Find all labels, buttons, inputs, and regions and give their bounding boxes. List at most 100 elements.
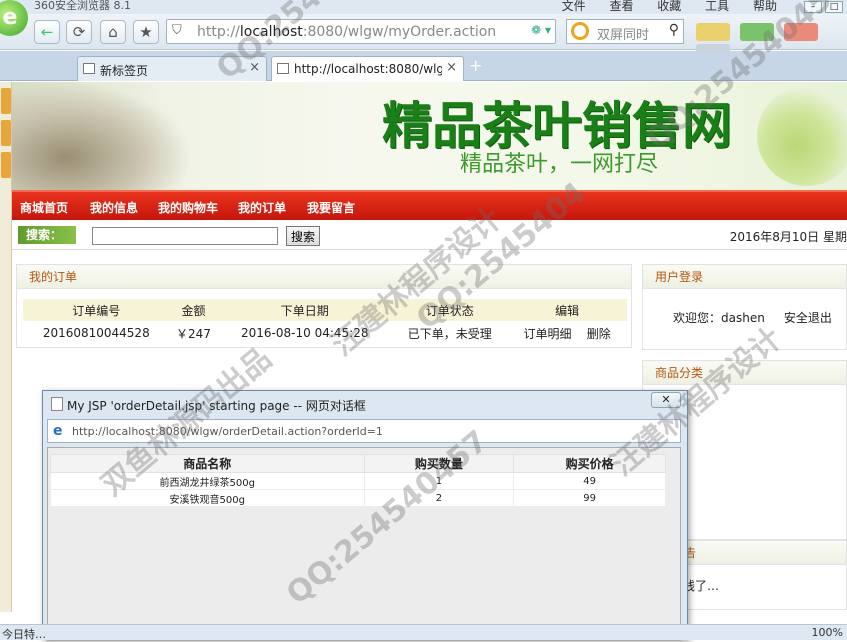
order-id: 20160810044528 [42,326,150,340]
col-product-name: 商品名称 [50,454,365,473]
page-icon [51,397,63,411]
apps-icon[interactable] [696,23,730,41]
address-bar[interactable]: ⛉ http://localhost:8080/wlgw/myOrder.act… [166,19,556,44]
panel-title: 用户登录 [643,265,846,289]
banner-illustration [12,82,192,190]
nav-my-info[interactable]: 我的信息 [90,199,138,216]
order-detail-link[interactable]: 订单明细 [523,327,571,341]
table-row: 安溪铁观音500g 2 99 [50,489,666,507]
order-date: 2016-08-10 04:45:28 [241,326,369,340]
panel-title: 商品分类 [643,361,846,385]
security-icon[interactable] [740,23,774,41]
zoom-level[interactable]: 100% [812,626,843,639]
welcome-user: 欢迎您：dashen [673,311,765,325]
new-tab-button[interactable]: + [469,56,482,75]
dialog-url: http://localhost:8080/wlgw/orderDetail.a… [72,425,383,438]
col-order-date: 下单日期 [217,299,393,321]
refresh-icon[interactable]: ⟳ [66,20,92,44]
banner-leaf-illustration [757,86,847,186]
orders-table: 订单编号 金额 下单日期 订单状态 编辑 20160810044528 ￥247… [23,299,627,345]
col-amount: 金额 [169,299,218,321]
page-icon [277,63,289,74]
back-arrow-icon[interactable]: ← [34,20,60,44]
product-price: 49 [513,472,666,490]
menu-help[interactable]: 帮助 [753,0,777,13]
order-delete-link[interactable]: 删除 [587,327,611,341]
nav-leave-message[interactable]: 我要留言 [307,199,355,216]
window-controls: – □ [801,0,843,13]
panel-title: 我的订单 [17,265,631,289]
dialog-address-bar: e http://localhost:8080/wlgw/orderDetail… [47,419,681,443]
minimize-button[interactable]: – [804,1,822,13]
close-icon[interactable]: ✕ [651,392,681,408]
close-tab-icon[interactable]: × [446,60,457,75]
site-slogan: 精品茶叶，一网打尽 [460,152,659,177]
search-engine-icon [571,22,589,40]
home-icon[interactable]: ⌂ [100,20,126,44]
menu-file[interactable]: 文件 [562,0,586,13]
nav-my-orders[interactable]: 我的订单 [238,199,286,216]
favorite-star-icon[interactable]: ★ [133,20,159,44]
order-amount: ￥247 [176,326,211,341]
page-icon [83,63,95,74]
welcome-text: 欢迎您：dashen 安全退出 [673,309,832,326]
site-search-input[interactable] [92,227,278,245]
status-bar: 今日特… 100% [0,624,847,641]
col-price: 购买价格 [513,454,666,473]
col-order-status: 订单状态 [392,299,508,321]
browser-title-bar: 360安全浏览器 8.1 文件 查看 收藏 工具 帮助 – □ [0,0,847,14]
close-tab-icon[interactable]: × [249,60,260,75]
tab-label: 新标签页 [100,64,149,78]
menu-favorites[interactable]: 收藏 [657,0,681,13]
sidebar-shortcut-icon[interactable] [1,120,11,146]
order-actions: 订单明细 删除 [507,321,627,345]
my-orders-panel: 我的订单 订单编号 金额 下单日期 订单状态 编辑 20160810044528… [16,264,632,348]
tab-my-order[interactable]: http://localhost:8080/wlgw/ × [271,56,464,81]
col-order-id: 订单编号 [23,299,170,321]
main-nav: 商城首页 我的信息 我的购物车 我的订单 我要留言 [12,190,847,220]
product-qty: 1 [363,472,515,490]
nav-home[interactable]: 商城首页 [20,199,68,216]
order-detail-dialog: My JSP 'orderDetail.jsp' starting page -… [42,390,688,641]
ie-icon: e [53,423,63,439]
message-text: 线了… [683,579,720,593]
col-quantity: 购买数量 [363,454,515,473]
table-row: 20160810044528 ￥247 2016-08-10 04:45:28 … [23,321,627,345]
product-name: 安溪铁观音500g [50,489,365,507]
logout-link[interactable]: 安全退出 [784,311,832,325]
tab-label: http://localhost:8080/wlgw/ [294,62,442,76]
search-engine-box[interactable]: 双屏同时 ⚲ [566,19,684,44]
table-header-row: 订单编号 金额 下单日期 订单状态 编辑 [23,299,627,321]
compat-mode-icon[interactable]: ❁ ▾ [531,23,551,37]
browser-menu-bar: 文件 查看 收藏 工具 帮助 [542,0,777,14]
site-search-row: 搜索： 搜索 2016年8月10日 星期 [12,222,847,250]
left-sidebar-strip [0,82,12,612]
site-search-button[interactable]: 搜索 [286,226,320,246]
order-detail-table: 商品名称 购买数量 购买价格 前西湖龙井绿茶500g 1 49 安溪铁观音500… [50,454,666,507]
current-date: 2016年8月10日 星期 [729,230,847,244]
table-header-row: 商品名称 购买数量 购买价格 [50,454,666,473]
site-banner: 精品茶叶销售网 精品茶叶，一网打尽 [12,82,847,190]
sidebar-shortcut-icon[interactable] [1,88,11,114]
table-row: 前西湖龙井绿茶500g 1 49 [50,472,666,490]
col-edit: 编辑 [507,299,627,321]
menu-tools[interactable]: 工具 [705,0,729,13]
menu-view[interactable]: 查看 [609,0,633,13]
product-qty: 2 [363,489,515,507]
product-name: 前西湖龙井绿茶500g [50,472,365,490]
nav-my-cart[interactable]: 我的购物车 [158,199,218,216]
browser-toolbar: e ← ⟳ ⌂ ★ ⛉ http://localhost:8080/wlgw/m… [0,0,847,62]
search-placeholder: 双屏同时 [597,28,650,43]
security-shield-icon: ⛉ [172,23,182,38]
tab-bar: 新标签页 × http://localhost:8080/wlgw/ × [0,51,847,124]
sidebar-shortcut-icon[interactable] [1,152,11,178]
search-icon[interactable]: ⚲ [669,22,679,38]
search-label: 搜索： [18,226,76,244]
tab-new-tab[interactable]: 新标签页 × [77,56,267,81]
order-status: 已下单，未受理 [407,326,492,341]
maximize-button[interactable]: □ [825,1,843,13]
user-login-panel: 用户登录 欢迎您：dashen 安全退出 [642,264,847,350]
product-price: 99 [513,489,666,507]
window-title: 360安全浏览器 8.1 [34,0,131,12]
adblock-icon[interactable] [784,23,818,41]
